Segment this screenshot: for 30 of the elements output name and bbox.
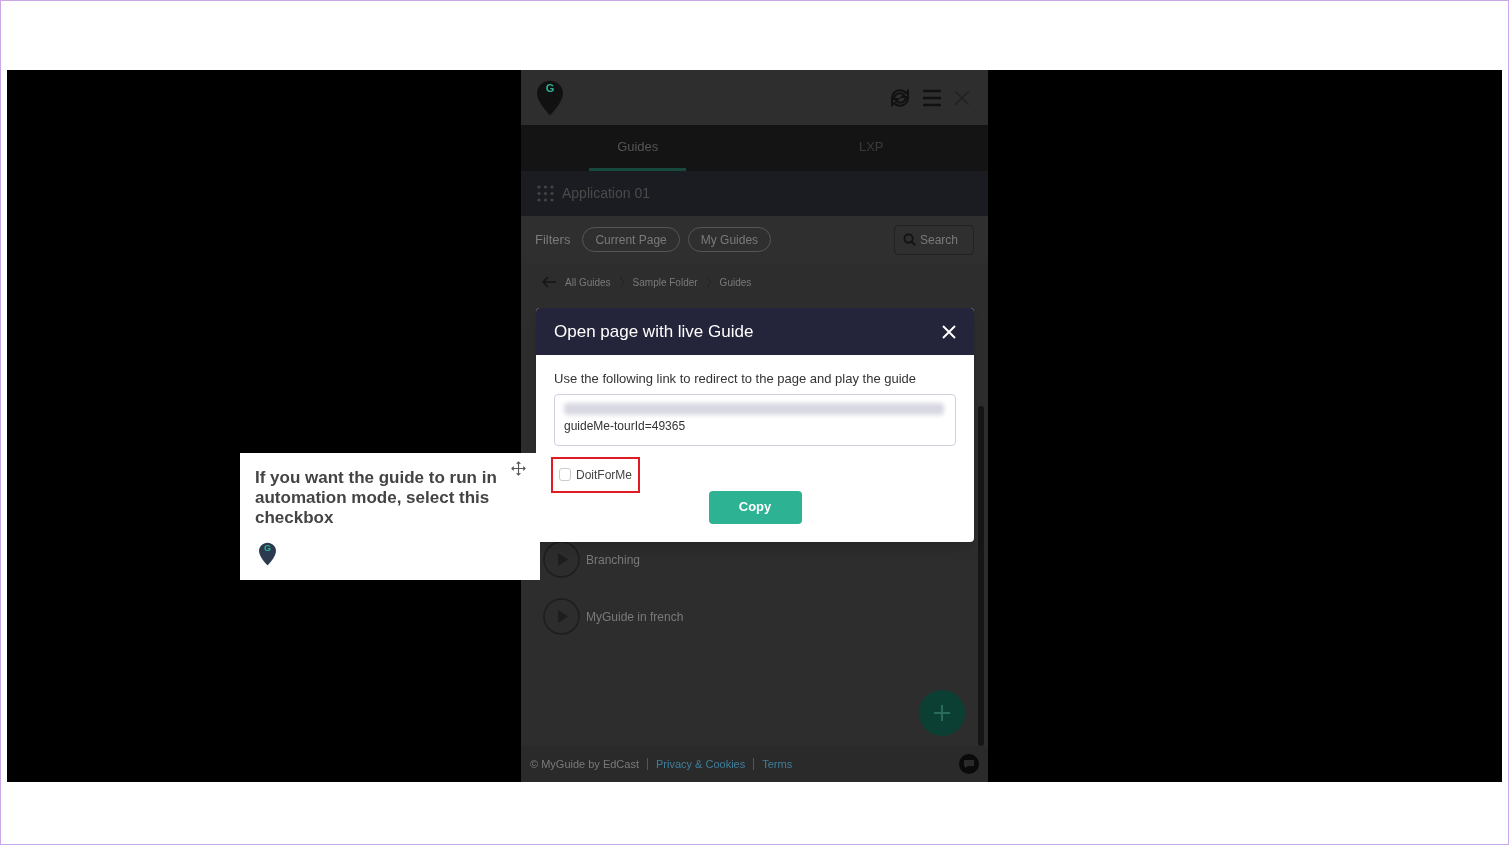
dialog-title: Open page with live Guide	[554, 320, 755, 343]
search-icon	[903, 233, 916, 246]
move-icon[interactable]	[511, 461, 526, 476]
doitforme-checkbox[interactable]: DoitForMe	[551, 456, 640, 493]
breadcrumb-link[interactable]: Guides	[719, 274, 752, 290]
chat-icon[interactable]	[959, 754, 979, 774]
copy-button[interactable]: Copy	[708, 490, 802, 524]
instruction-text: Use the following link to redirect to the page and play the guide	[554, 370, 918, 388]
add-button[interactable]	[919, 690, 965, 736]
scrollbar[interactable]	[978, 406, 984, 746]
breadcrumb-link[interactable]: All Guides	[565, 274, 611, 290]
filters-label: Filters	[535, 230, 571, 249]
search-input[interactable]: Search	[920, 230, 970, 249]
link-text: guideMe-tourId=49365	[564, 417, 687, 435]
play-icon[interactable]	[543, 541, 580, 578]
tooltip-text: If you want the guide to run in automation mode, select this checkbox	[255, 468, 498, 528]
close-icon[interactable]	[942, 324, 956, 339]
search-field[interactable]: Search	[894, 224, 974, 255]
back-arrow-icon[interactable]	[541, 274, 557, 290]
grid-icon	[537, 185, 554, 202]
link-field[interactable]: guideMe-tourId=49365	[554, 393, 956, 446]
plus-icon	[932, 703, 952, 723]
footer-link[interactable]: Terms	[762, 755, 793, 773]
logo-letter: G	[544, 83, 556, 95]
copyright-text: © MyGuide by EdCast	[530, 756, 639, 772]
footer-link[interactable]: Privacy & Cookies	[656, 755, 746, 773]
logo-letter: G	[263, 544, 272, 554]
guide-title[interactable]: MyGuide in french	[586, 607, 684, 626]
guide-title[interactable]: Branching	[586, 550, 641, 569]
breadcrumb-link[interactable]: Sample Folder	[632, 274, 698, 290]
